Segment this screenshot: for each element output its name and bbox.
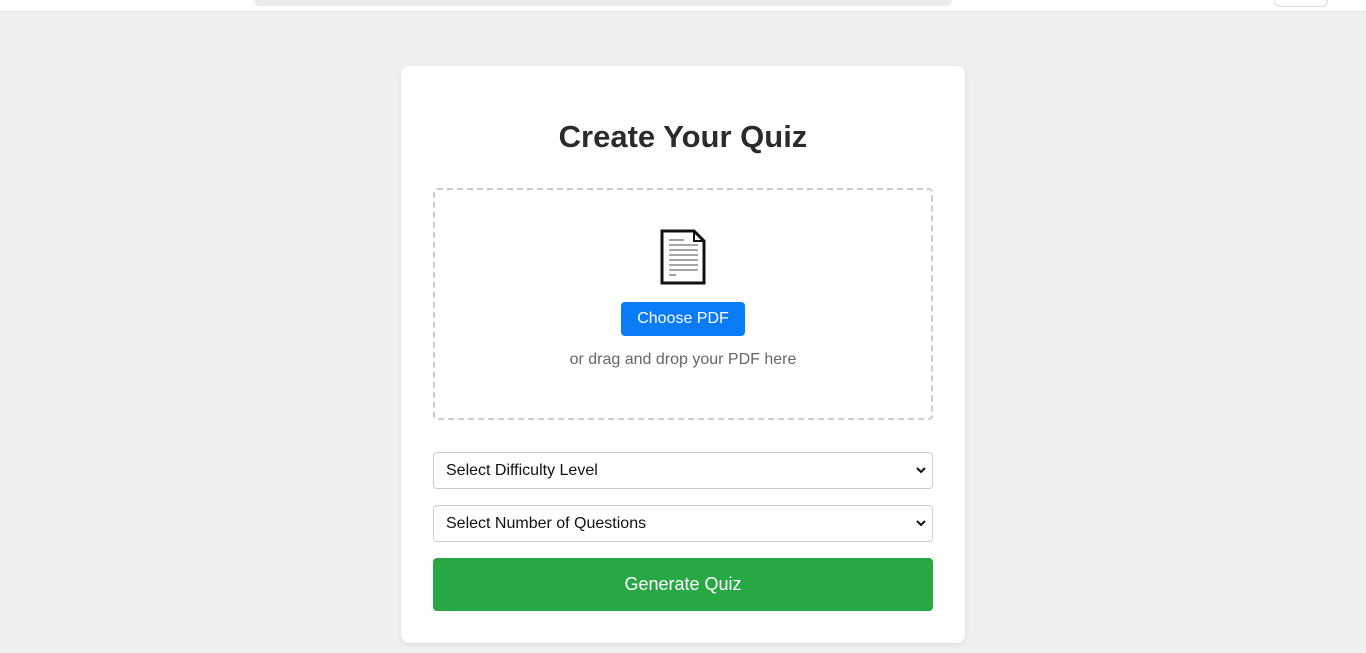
toolbar-button[interactable] xyxy=(1274,0,1328,7)
question-count-select-value: Select Number of Questions xyxy=(446,515,647,532)
difficulty-select[interactable]: Select Difficulty Level xyxy=(433,452,933,489)
page-title: Create Your Quiz xyxy=(558,119,808,154)
drop-hint-text: or drag and drop your PDF here xyxy=(569,351,797,368)
browser-top-bar xyxy=(0,0,1366,12)
chevron-down-icon xyxy=(916,467,926,474)
difficulty-select-value: Select Difficulty Level xyxy=(446,462,598,479)
document-icon xyxy=(660,229,706,285)
chevron-down-icon xyxy=(916,520,926,527)
generate-quiz-button[interactable]: Generate Quiz xyxy=(433,558,933,611)
choose-pdf-button[interactable]: Choose PDF xyxy=(621,302,745,336)
question-count-select[interactable]: Select Number of Questions xyxy=(433,505,933,542)
address-bar[interactable] xyxy=(254,0,952,6)
